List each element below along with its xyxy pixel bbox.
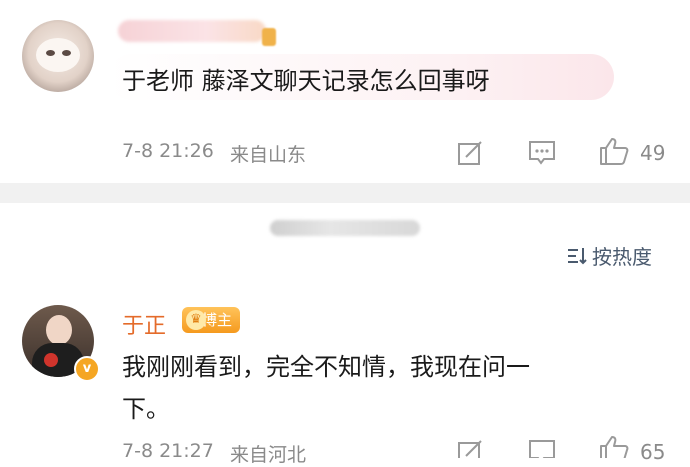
avatar[interactable]: [22, 20, 94, 92]
comment-icon[interactable]: [527, 139, 557, 167]
comment-text-line1: 我刚刚看到，完全不知情，我现在问一: [122, 353, 530, 381]
comment-text: 于老师 藤泽文聊天记录怎么回事呀: [122, 67, 490, 95]
avatar-flower: [44, 353, 58, 367]
like-icon[interactable]: [598, 434, 630, 458]
blurred-badge: [262, 28, 276, 46]
author-tag-label: 博主: [201, 311, 232, 329]
comment-location: 来自河北: [230, 444, 307, 466]
avatar-face: [36, 38, 80, 72]
comment-icon[interactable]: [527, 438, 557, 458]
comment-time: 7-8 21:26: [122, 140, 214, 162]
sort-button[interactable]: 按热度: [592, 241, 652, 270]
share-icon[interactable]: [456, 438, 484, 458]
share-icon[interactable]: [456, 139, 484, 167]
comment-text-line2: 下。: [122, 395, 170, 423]
verified-badge: v: [74, 356, 100, 382]
comment-time: 7-8 21:27: [122, 440, 214, 462]
author-tag: ♛ 博主: [182, 307, 240, 333]
blurred-text: [270, 220, 420, 236]
comment-location: 来自山东: [230, 144, 307, 166]
crown-icon: ♛: [186, 310, 206, 330]
avatar-eye: [46, 50, 55, 56]
sort-icon[interactable]: [566, 245, 588, 265]
section-divider: [0, 183, 690, 203]
avatar-eye: [62, 50, 71, 56]
blurred-username[interactable]: [118, 20, 266, 42]
like-count: 65: [640, 440, 666, 464]
like-icon[interactable]: [598, 136, 630, 166]
avatar-head: [46, 315, 72, 345]
like-count: 49: [640, 141, 666, 165]
username[interactable]: 于正: [122, 308, 166, 340]
